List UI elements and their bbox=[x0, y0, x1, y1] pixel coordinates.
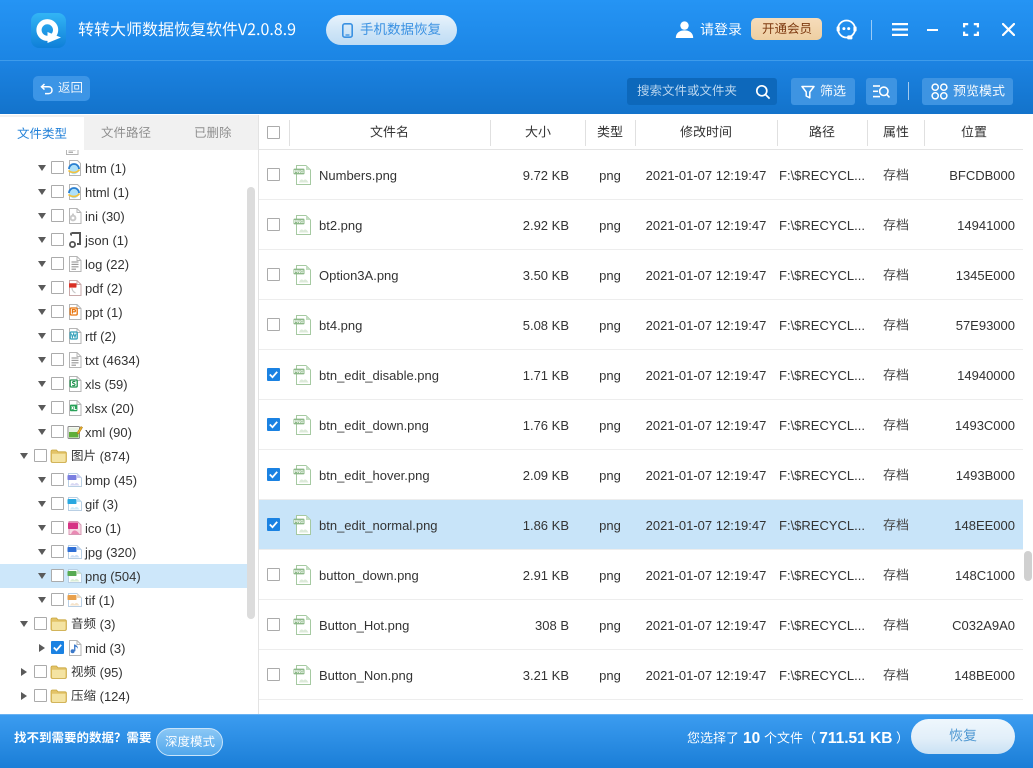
svg-text:PNG: PNG bbox=[294, 569, 304, 574]
svg-text:PNG: PNG bbox=[294, 519, 304, 524]
svg-text:PNG: PNG bbox=[294, 269, 304, 274]
svg-text:PNG: PNG bbox=[294, 619, 304, 624]
svg-text:PNG: PNG bbox=[294, 419, 304, 424]
svg-text:PNG: PNG bbox=[294, 219, 304, 224]
svg-text:PNG: PNG bbox=[294, 369, 304, 374]
svg-text:PNG: PNG bbox=[294, 469, 304, 474]
svg-text:PNG: PNG bbox=[294, 319, 304, 324]
svg-text:PNG: PNG bbox=[294, 169, 304, 174]
svg-text:PNG: PNG bbox=[294, 669, 304, 674]
